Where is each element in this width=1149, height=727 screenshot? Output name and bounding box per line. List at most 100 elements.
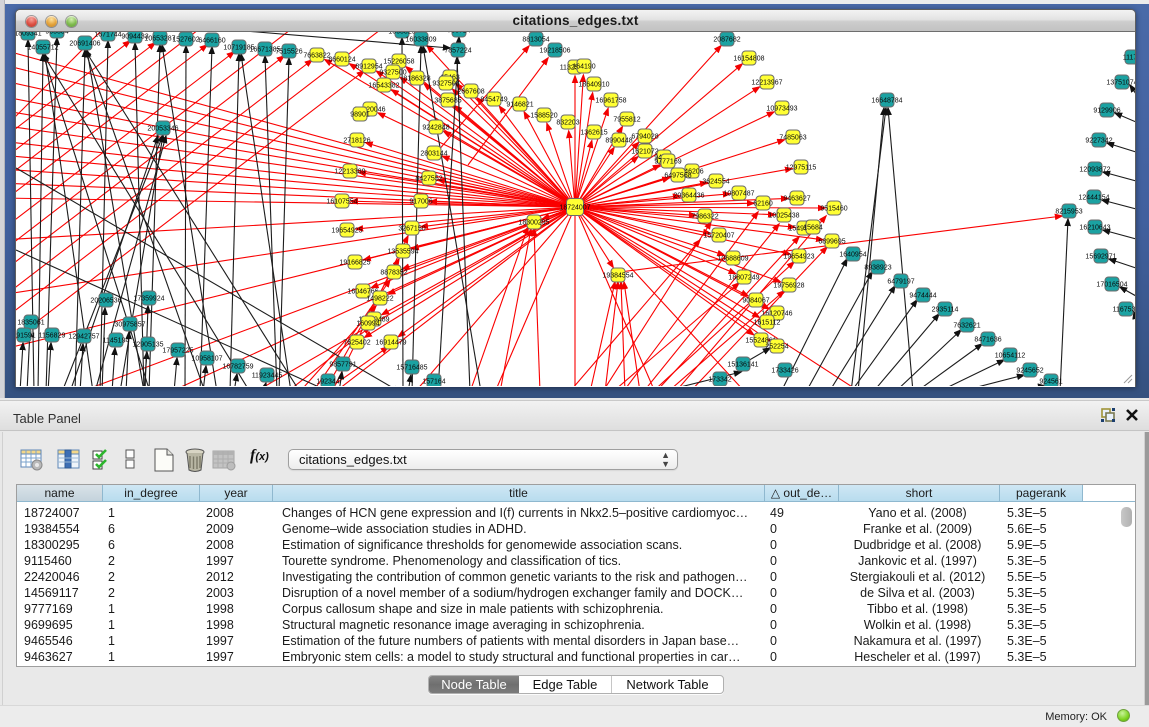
svg-text:10654112: 10654112 [995, 353, 1026, 360]
svg-text:192344: 192344 [316, 379, 339, 386]
svg-text:62160: 62160 [753, 201, 773, 208]
svg-text:3875685: 3875685 [434, 98, 461, 105]
svg-text:9857791: 9857791 [329, 362, 356, 369]
svg-text:7485063: 7485063 [779, 135, 806, 142]
svg-text:19654923: 19654923 [783, 254, 814, 261]
svg-text:19166825: 19166825 [339, 260, 370, 267]
svg-text:15716485: 15716485 [396, 365, 427, 372]
svg-text:18300295: 18300295 [518, 220, 549, 227]
svg-text:8454749: 8454749 [480, 97, 507, 104]
svg-text:19218506: 19218506 [539, 48, 570, 55]
svg-text:7632621: 7632621 [953, 323, 980, 330]
svg-text:8660124: 8660124 [328, 57, 355, 64]
svg-text:785724: 785724 [447, 32, 470, 35]
svg-text:7857224: 7857224 [444, 48, 471, 55]
svg-text:8471636: 8471636 [974, 337, 1001, 344]
svg-text:19654925: 19654925 [331, 228, 362, 235]
svg-text:10025438: 10025438 [768, 213, 799, 220]
svg-text:16210643: 16210643 [1079, 225, 1110, 232]
svg-text:10807487: 10807487 [723, 191, 754, 198]
svg-text:1156829: 1156829 [39, 333, 66, 340]
svg-text:19756928: 19756928 [773, 283, 804, 290]
svg-text:10958107: 10958107 [191, 356, 222, 363]
svg-text:8938923: 8938923 [864, 265, 891, 272]
svg-text:20364436: 20364436 [673, 193, 704, 200]
svg-text:252254: 252254 [765, 344, 788, 351]
svg-text:3267150: 3267150 [398, 226, 425, 233]
svg-text:16154808: 16154808 [733, 56, 764, 63]
svg-text:10688609: 10688609 [717, 256, 748, 263]
svg-text:20053346: 20053346 [147, 126, 178, 133]
svg-text:16107554: 16107554 [326, 199, 357, 206]
svg-text:1733426: 1733426 [771, 368, 798, 375]
svg-text:12213389: 12213389 [334, 169, 365, 176]
svg-text:2718126: 2718126 [343, 138, 370, 145]
svg-text:1527602: 1527602 [172, 37, 199, 44]
svg-text:9777169: 9777169 [654, 159, 681, 166]
svg-text:12213967: 12213967 [751, 80, 782, 87]
svg-text:8215953: 8215953 [1055, 209, 1082, 216]
svg-text:3624554: 3624554 [702, 179, 729, 186]
svg-text:15692971: 15692971 [1085, 254, 1116, 261]
svg-text:16782759: 16782759 [222, 364, 253, 371]
svg-text:173342: 173342 [708, 377, 731, 384]
svg-text:16543382: 16543382 [368, 83, 399, 90]
svg-text:98901: 98901 [350, 112, 370, 119]
svg-text:16961758: 16961758 [595, 98, 626, 105]
svg-text:917006: 917006 [409, 199, 432, 206]
svg-text:924561: 924561 [1039, 379, 1062, 386]
svg-text:164190: 164190 [572, 64, 595, 71]
svg-text:16648784: 16648784 [871, 98, 902, 105]
svg-text:1167533: 1167533 [1113, 307, 1135, 314]
svg-text:10653287: 10653287 [144, 36, 175, 43]
svg-text:832203: 832203 [556, 120, 579, 127]
svg-text:17359924: 17359924 [133, 296, 164, 303]
svg-text:6466160: 6466160 [198, 38, 225, 45]
svg-text:10973493: 10973493 [766, 106, 797, 113]
svg-text:2667608: 2667608 [457, 89, 484, 96]
svg-text:2803144: 2803144 [420, 151, 447, 158]
svg-text:18724007: 18724007 [559, 205, 590, 212]
svg-text:9245652: 9245652 [1016, 368, 1043, 375]
svg-text:12975115: 12975115 [786, 165, 817, 172]
svg-text:9242848: 9242848 [422, 125, 449, 132]
svg-text:18807249: 18807249 [728, 275, 759, 282]
svg-text:7663822: 7663822 [303, 53, 330, 60]
svg-text:16033809: 16033809 [405, 37, 436, 44]
svg-text:20691406: 20691406 [69, 41, 100, 48]
svg-text:7955812: 7955812 [613, 117, 640, 124]
svg-text:391591: 391591 [16, 333, 36, 340]
svg-text:8878352: 8878352 [380, 270, 407, 277]
svg-text:1498222: 1498222 [366, 296, 393, 303]
svg-text:7625402: 7625402 [343, 340, 370, 347]
svg-text:2935114: 2935114 [932, 307, 959, 314]
svg-text:1065329: 1065329 [388, 32, 415, 36]
svg-text:12942757: 12942757 [68, 334, 99, 341]
svg-text:7515526: 7515526 [275, 49, 302, 56]
svg-text:18640910: 18640910 [578, 82, 609, 89]
svg-text:1145194: 1145194 [103, 338, 130, 345]
svg-text:905534: 905534 [45, 32, 68, 36]
svg-text:12444154: 12444154 [1078, 195, 1109, 202]
svg-text:1835061: 1835061 [17, 320, 44, 327]
svg-text:9463627: 9463627 [783, 196, 810, 203]
svg-text:12093872: 12093872 [1079, 167, 1110, 174]
svg-text:2087682: 2087682 [713, 37, 740, 44]
svg-text:13535594: 13535594 [387, 249, 418, 256]
svg-text:7986322: 7986322 [691, 214, 718, 221]
svg-text:9227342: 9227342 [1085, 138, 1112, 145]
svg-text:1588520: 1588520 [530, 113, 557, 120]
svg-text:8990448: 8990448 [605, 138, 632, 145]
svg-text:8813054: 8813054 [522, 37, 549, 44]
svg-text:19384554: 19384554 [602, 273, 633, 280]
svg-text:15136141: 15136141 [727, 362, 758, 369]
svg-text:6497568: 6497568 [664, 173, 691, 180]
svg-text:20206536: 20206536 [90, 298, 121, 305]
svg-text:6479197: 6479197 [887, 279, 914, 286]
svg-text:9474444: 9474444 [909, 293, 936, 300]
svg-text:157164: 157164 [422, 379, 445, 386]
svg-text:9129906: 9129906 [1093, 108, 1120, 115]
svg-text:16914479: 16914479 [375, 340, 406, 347]
svg-text:6899695: 6899695 [818, 239, 845, 246]
svg-text:8427552: 8427552 [415, 176, 442, 183]
